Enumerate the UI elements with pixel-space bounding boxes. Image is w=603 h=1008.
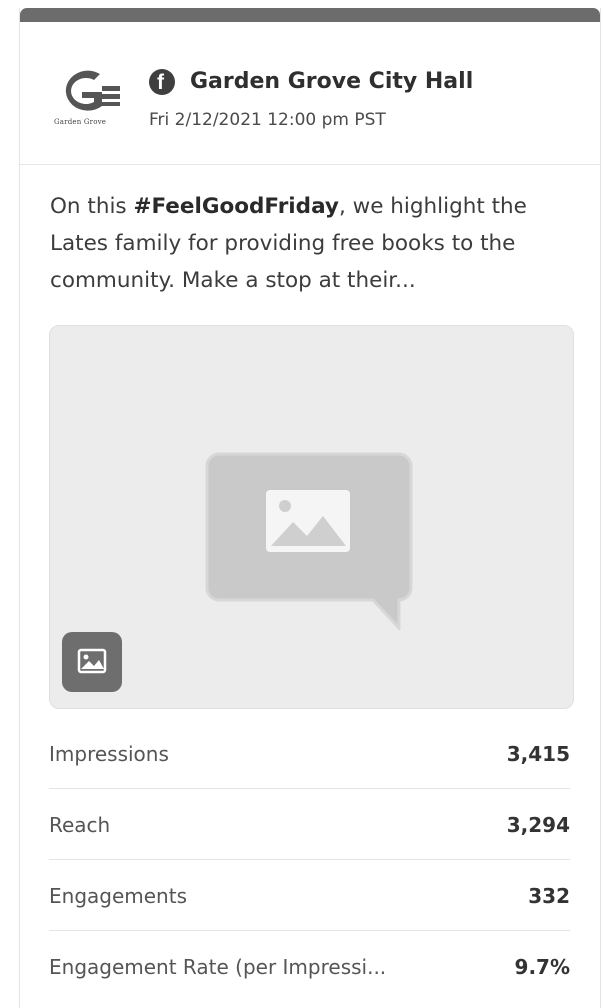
metric-label: Engagement Rate (per Impressi... <box>49 955 387 979</box>
account-name[interactable]: Garden Grove City Hall <box>190 69 473 94</box>
post-header: Garden Grove f Garden Grove City Hall Fr… <box>20 22 600 165</box>
facebook-icon: f <box>149 69 175 95</box>
metric-row-reach: Reach 3,294 <box>49 789 570 860</box>
metric-value: 3,415 <box>506 742 570 766</box>
image-placeholder-icon <box>203 450 418 634</box>
metric-value: 9.7% <box>514 955 570 979</box>
metric-label: Reach <box>49 813 111 837</box>
metric-label: Impressions <box>49 742 169 766</box>
image-icon <box>62 632 122 692</box>
metric-row-impressions: Impressions 3,415 <box>49 718 570 789</box>
card-top-bar <box>20 8 600 22</box>
post-media[interactable] <box>49 325 574 709</box>
metric-value: 332 <box>528 884 570 908</box>
post-text: On this #FeelGoodFriday, we highlight th… <box>50 194 527 293</box>
metric-value: 3,294 <box>506 813 570 837</box>
garden-grove-logo <box>52 66 124 126</box>
hashtag-link[interactable]: #FeelGoodFriday <box>133 194 338 219</box>
metrics-table: Impressions 3,415 Reach 3,294 Engagement… <box>49 718 570 1001</box>
post-card: Garden Grove f Garden Grove City Hall Fr… <box>19 8 601 1008</box>
logo-caption: Garden Grove <box>54 118 107 126</box>
metric-row-engagements: Engagements 332 <box>49 860 570 931</box>
metric-label: Engagements <box>49 884 187 908</box>
post-timestamp: Fri 2/12/2021 12:00 pm PST <box>149 110 386 130</box>
metric-row-engagement-rate: Engagement Rate (per Impressi... 9.7% <box>49 931 570 1001</box>
